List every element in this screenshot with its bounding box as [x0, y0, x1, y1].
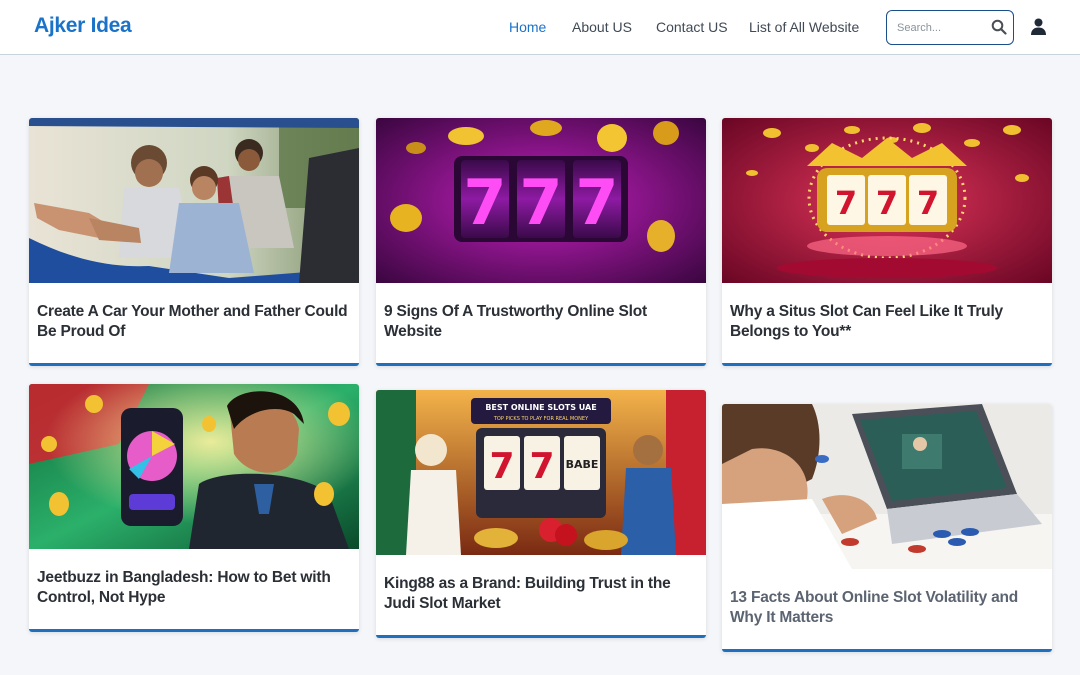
golden-slot-machine-crown: 7 7 7 — [722, 118, 1052, 283]
reel-text: BABE — [566, 458, 599, 471]
best-online-slots-uae-illustration: BEST ONLINE SLOTS UAE TOP PICKS TO PLAY … — [376, 390, 706, 555]
nav-list-of-all-website[interactable]: List of All Website — [749, 19, 859, 35]
svg-text:7: 7 — [575, 166, 618, 239]
nav-about-us[interactable]: About US — [572, 19, 632, 35]
post-title[interactable]: Jeetbuzz in Bangladesh: How to Bet with … — [29, 549, 359, 608]
svg-text:7: 7 — [463, 166, 506, 239]
post-card[interactable]: 7 7 7 Why a Situs Slot Can Feel Like It … — [722, 118, 1052, 366]
post-title[interactable]: 13 Facts About Online Slot Volatility an… — [722, 569, 1052, 628]
svg-text:7: 7 — [489, 446, 514, 487]
post-card[interactable]: BEST ONLINE SLOTS UAE TOP PICKS TO PLAY … — [376, 390, 706, 638]
post-title[interactable]: 9 Signs Of A Trustworthy Online Slot Web… — [376, 283, 706, 342]
post-title[interactable]: King88 as a Brand: Building Trust in the… — [376, 555, 706, 614]
nav-home[interactable]: Home — [509, 19, 546, 35]
user-account-icon[interactable] — [1030, 18, 1047, 35]
svg-text:7: 7 — [876, 184, 898, 222]
post-card[interactable]: 7 7 7 9 Signs Of A Trustworthy Online Sl… — [376, 118, 706, 366]
svg-text:7: 7 — [917, 184, 939, 222]
post-card[interactable]: 13 Facts About Online Slot Volatility an… — [722, 404, 1052, 652]
family-in-car-photo — [29, 118, 359, 283]
nav-contact-us[interactable]: Contact US — [656, 19, 728, 35]
post-thumbnail[interactable] — [722, 404, 1052, 569]
post-card[interactable]: Jeetbuzz in Bangladesh: How to Bet with … — [29, 384, 359, 632]
post-title[interactable]: Create A Car Your Mother and Father Coul… — [29, 283, 359, 342]
post-card[interactable]: Create A Car Your Mother and Father Coul… — [29, 118, 359, 366]
site-logo[interactable]: Ajker Idea — [34, 14, 132, 38]
man-at-laptop-casino — [722, 404, 1052, 569]
post-title[interactable]: Why a Situs Slot Can Feel Like It Truly … — [722, 283, 1052, 342]
svg-text:7: 7 — [519, 166, 562, 239]
post-thumbnail[interactable]: BEST ONLINE SLOTS UAE TOP PICKS TO PLAY … — [376, 390, 706, 555]
purple-777-slot-reels: 7 7 7 — [376, 118, 706, 283]
search-input[interactable] — [897, 19, 989, 37]
banner-text: BEST ONLINE SLOTS UAE — [485, 403, 596, 412]
post-thumbnail[interactable] — [29, 384, 359, 549]
search-icon[interactable] — [991, 19, 1007, 35]
man-holding-phone-wheel — [29, 384, 359, 549]
svg-text:7: 7 — [835, 184, 857, 222]
site-header: Ajker Idea Home About US Contact US List… — [0, 0, 1080, 55]
post-thumbnail[interactable]: 7 7 7 — [722, 118, 1052, 283]
post-thumbnail[interactable] — [29, 118, 359, 283]
svg-text:7: 7 — [529, 446, 554, 487]
banner-subtext: TOP PICKS TO PLAY FOR REAL MONEY — [493, 416, 589, 422]
post-thumbnail[interactable]: 7 7 7 — [376, 118, 706, 283]
search-box — [886, 10, 1014, 45]
